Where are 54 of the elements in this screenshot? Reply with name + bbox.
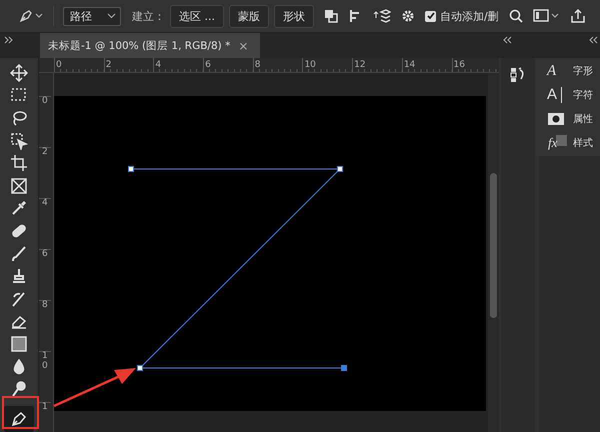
make-button[interactable]: 蒙版 (229, 4, 269, 28)
caret-icon (107, 13, 116, 19)
dodge-icon (10, 380, 28, 398)
make-label: 建立： (132, 8, 165, 24)
move-icon (10, 64, 28, 82)
glyphs-icon: A (547, 63, 567, 79)
ruler-label: 6 (203, 58, 253, 72)
collapse-panels-icon[interactable] (588, 36, 598, 44)
share-icon[interactable] (570, 8, 586, 24)
ruler-label: 2 (39, 147, 51, 198)
mode-dropdown[interactable]: 路径 (63, 6, 121, 26)
brush-icon (10, 244, 28, 263)
ruler-label: 0 (39, 96, 51, 147)
make-button[interactable]: 形状 (274, 4, 314, 28)
styles-icon: fx (547, 135, 567, 151)
frame-icon (10, 176, 28, 195)
auto-add-delete-label: 自动添加/删 (440, 8, 499, 24)
ruler-label: 4 (153, 58, 204, 72)
ruler-label: 4 (39, 198, 51, 249)
ruler-label: 10 (39, 351, 51, 402)
collapse-panels-icon[interactable] (502, 36, 512, 44)
vertical-scrollbar[interactable] (488, 73, 499, 432)
properties-icon (547, 112, 565, 126)
ruler-label: 10 (302, 58, 352, 72)
gradient-icon (10, 334, 28, 353)
expand-panels-icon[interactable] (4, 36, 14, 44)
path-operations-icon[interactable] (323, 8, 339, 24)
make-button[interactable]: 选区 ... (170, 4, 224, 28)
search-icon[interactable] (508, 8, 524, 24)
close-tab-button[interactable]: × (238, 38, 248, 52)
highlight-frame (2, 396, 39, 429)
ruler-label: 2 (104, 58, 154, 72)
ruler-label: 8 (39, 300, 51, 351)
crop-icon (10, 154, 28, 172)
document-title: 未标题-1 @ 100% (图层 1, RGB/8) * (48, 38, 230, 52)
path-arrangement-icon[interactable] (373, 8, 391, 24)
ruler-label: 1 (39, 402, 51, 432)
ruler-label: 8 (252, 58, 302, 72)
auto-add-delete-checkbox[interactable] (425, 10, 436, 22)
pen-icon (10, 410, 28, 428)
settings-icon[interactable] (400, 8, 416, 24)
ruler-label: 6 (39, 249, 51, 300)
styles-panel-tab[interactable]: fx 样式 (547, 134, 600, 152)
stamp-icon (10, 267, 28, 286)
glyphs-panel-tab[interactable]: A 字形 (547, 62, 600, 80)
character-panel-tab[interactable]: A 字符 (547, 86, 600, 104)
object-select-icon (10, 132, 28, 150)
ruler-label: 12 (352, 58, 402, 72)
properties-panel-tab[interactable]: 属性 (547, 110, 600, 128)
eyedropper-icon (10, 199, 28, 218)
pen-tool-button[interactable] (4, 406, 34, 432)
document-tab[interactable]: 未标题-1 @ 100% (图层 1, RGB/8) * × (40, 33, 260, 58)
workspace-icon[interactable] (532, 8, 561, 24)
pen-tool-preset-button[interactable] (18, 8, 44, 24)
